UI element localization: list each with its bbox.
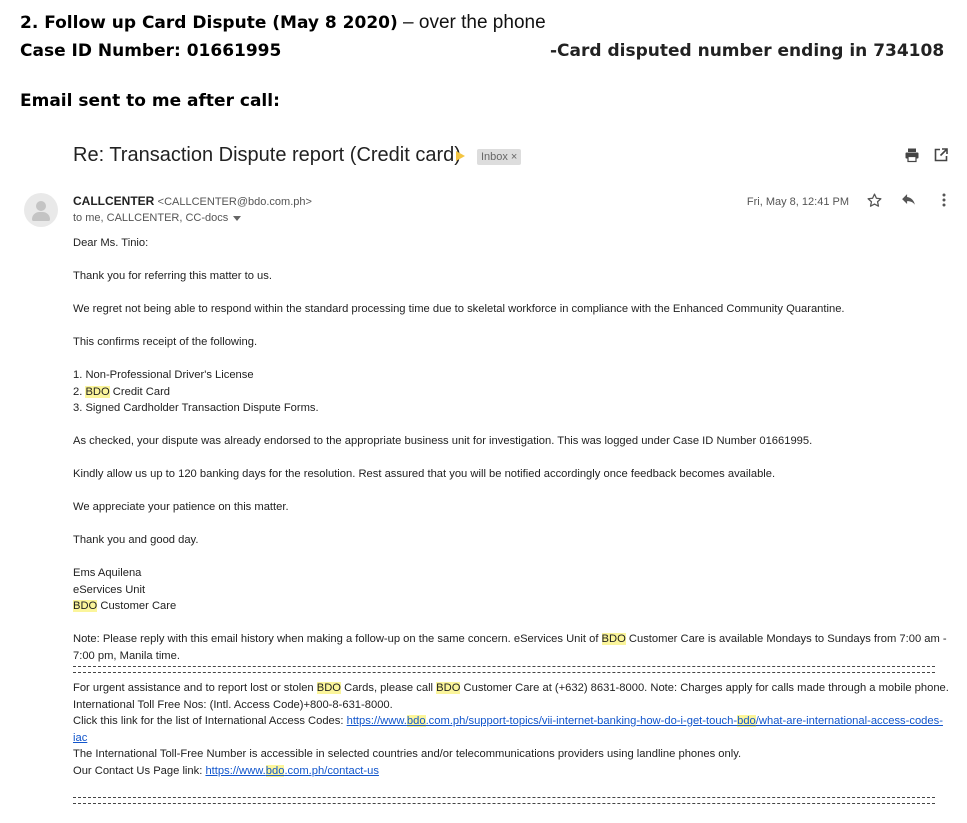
remove-label-icon[interactable]: × (511, 151, 517, 163)
highlighted-text: BDO (316, 682, 342, 694)
sender-address: <CALLCENTER@bdo.com.ph> (157, 196, 312, 208)
sender: CALLCENTER <CALLCENTER@bdo.com.ph> (73, 194, 312, 208)
inbox-label-text: Inbox (481, 151, 508, 163)
body-paragraph: Thank you and good day. (73, 534, 199, 546)
body-paragraph: We regret not being able to respond with… (73, 303, 845, 315)
inbox-label-chip[interactable]: Inbox × (477, 149, 522, 165)
case-id-line: Case ID Number: 01661995 (20, 41, 281, 61)
document-heading: 2. Follow up Card Dispute (May 8 2020) –… (20, 12, 546, 34)
email-subject-row: Re: Transaction Dispute report (Credit c… (73, 143, 957, 171)
intl-note: The International Toll-Free Number is ac… (73, 748, 742, 760)
list-item: 2. BDO Credit Card (73, 385, 171, 398)
greeting: Dear Ms. Tinio: (73, 237, 149, 249)
signature-unit: eServices Unit (73, 583, 146, 596)
card-disputed-line: -Card disputed number ending in 734108 (550, 41, 945, 61)
heading-bold: 2. Follow up Card Dispute (May 8 2020) (20, 13, 398, 33)
body-paragraph: This confirms receipt of the following. (73, 336, 258, 348)
email-sent-label: Email sent to me after call: (20, 91, 280, 111)
heading-rest: – over the phone (397, 12, 546, 33)
receipt-list: 1. Non-Professional Driver's License 2. … (73, 367, 953, 417)
footer-block: For urgent assistance and to report lost… (73, 680, 953, 779)
contact-us-link[interactable]: https://www.bdo.com.ph/contact-us (205, 764, 379, 777)
highlighted-text: BDO (436, 682, 461, 694)
recipients[interactable]: to me, CALLCENTER, CC-docs (73, 212, 242, 224)
highlighted-text: BDO (601, 633, 626, 645)
chevron-down-icon[interactable] (233, 215, 242, 221)
separator (73, 797, 935, 804)
case-id-text: Case ID Number: 01661995 (20, 41, 282, 61)
open-in-new-window-icon[interactable] (932, 147, 950, 165)
more-options-icon[interactable] (937, 192, 951, 213)
list-item: 3. Signed Cardholder Transaction Dispute… (73, 402, 319, 414)
signature-dept: BDO Customer Care (73, 600, 177, 612)
email-sent-text: Email sent to me after call: (20, 91, 280, 111)
urgent-assistance: For urgent assistance and to report lost… (73, 682, 949, 694)
note-paragraph: Note: Please reply with this email histo… (73, 633, 947, 662)
body-paragraph: Thank you for referring this matter to u… (73, 270, 272, 282)
sender-name[interactable]: CALLCENTER (73, 194, 154, 208)
body-paragraph: We appreciate your patience on this matt… (73, 501, 289, 513)
highlighted-text: BDO (73, 600, 98, 612)
list-item: 1. Non-Professional Driver's License (73, 369, 254, 381)
body-paragraph: As checked, your dispute was already end… (73, 435, 813, 447)
body-paragraph: Kindly allow us up to 120 banking days f… (73, 468, 776, 480)
reply-icon[interactable] (900, 192, 917, 213)
recipients-text: to me, CALLCENTER, CC-docs (73, 212, 229, 224)
avatar-icon[interactable] (24, 193, 58, 227)
separator (73, 666, 935, 673)
contact-us-line: Our Contact Us Page link: https://www.bd… (73, 764, 379, 777)
highlighted-text: BDO (85, 385, 110, 398)
toll-free-numbers: International Toll Free Nos: (Intl. Acce… (73, 698, 393, 711)
signature-name: Ems Aquilena (73, 567, 142, 579)
access-codes-line: Click this link for the list of Internat… (73, 715, 943, 744)
email-subject: Re: Transaction Dispute report (Credit c… (73, 144, 461, 166)
email-date: Fri, May 8, 12:41 PM (746, 196, 849, 208)
star-icon[interactable] (866, 192, 883, 213)
signature: Ems Aquilena eServices Unit BDO Customer… (73, 565, 953, 615)
print-icon[interactable] (903, 147, 921, 165)
important-marker-icon[interactable] (456, 151, 465, 161)
